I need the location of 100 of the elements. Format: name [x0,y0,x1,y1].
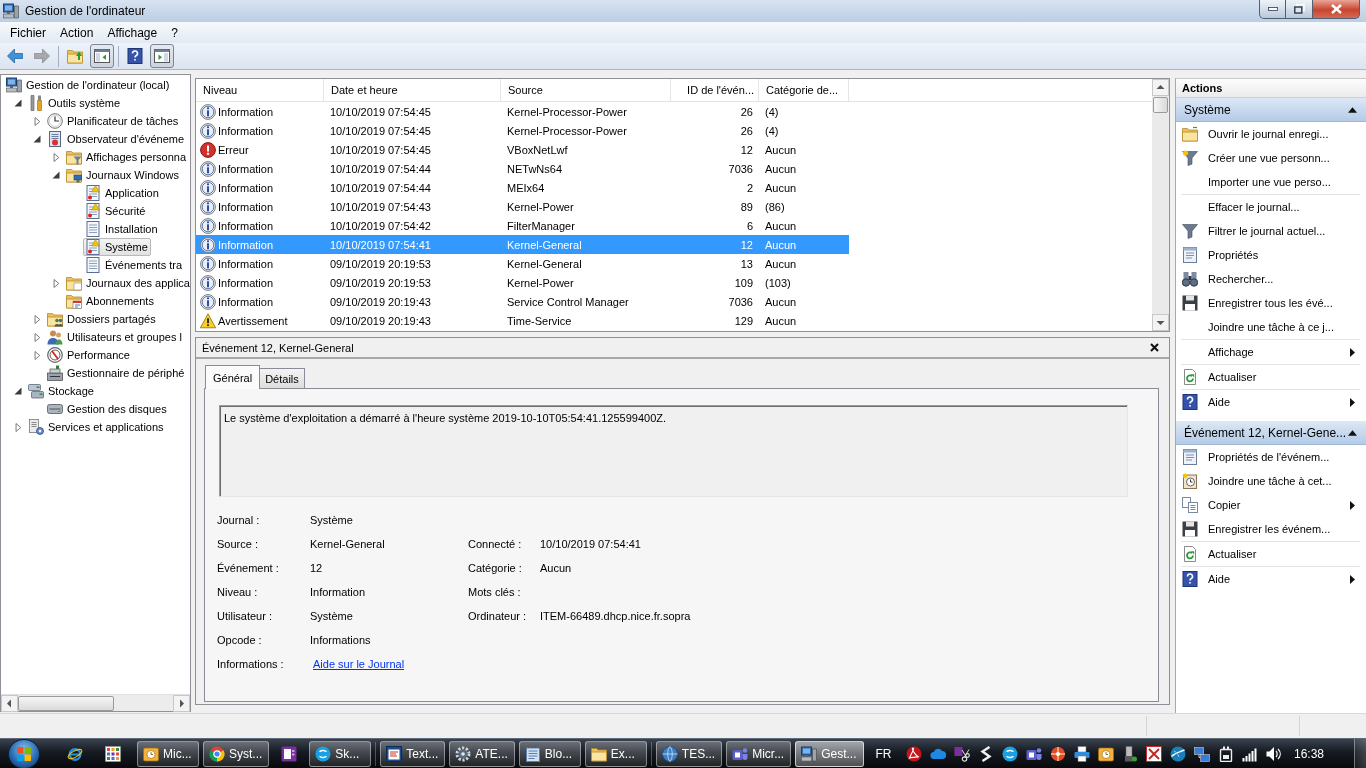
grid-icon[interactable] [105,745,121,762]
task-link[interactable]: Propriétés de l'événem... [1176,445,1366,469]
caret-right-icon[interactable] [14,422,22,432]
show-desktop-button[interactable] [1354,738,1366,768]
tree-item[interactable]: Affichages personna [64,148,190,166]
taskbar-button[interactable]: Sk... [309,740,372,767]
column-header[interactable]: ID de l'évén... [671,79,759,101]
taskbar-button[interactable]: Micr... [726,740,792,767]
task-link[interactable]: Affichage [1176,340,1366,364]
clock[interactable]: 16:38 [1293,746,1324,761]
language-indicator[interactable]: FR [875,746,892,761]
tree-item[interactable]: Stockage [26,382,97,400]
scroll-thumb[interactable] [18,696,114,711]
tree-item[interactable]: Utilisateurs et groupes l [45,328,185,346]
tree-item[interactable]: Gestion des disques [45,400,170,418]
network-computers-icon[interactable] [1193,745,1210,762]
section-header[interactable]: Événement 12, Kernel-Gene... [1176,421,1366,445]
menu-item[interactable]: Fichier [3,23,53,42]
event-row[interactable]: Information 10/10/2019 07:54:45 Kernel-Processor-Power 26 (4) [196,121,849,140]
tab[interactable]: Général [205,365,261,389]
column-header[interactable]: Source [501,79,671,101]
people-tile-icon[interactable] [1025,745,1042,762]
start-button[interactable] [8,738,40,768]
vertical-scrollbar[interactable] [1152,79,1169,331]
battery-plug-icon[interactable] [1217,745,1234,762]
tree-item[interactable]: Planificateur de tâches [45,112,182,130]
show-hide-tree-button[interactable] [90,44,114,68]
event-row[interactable]: Avertissement 09/10/2019 20:19:43 Time-Service 129 Aucun [196,311,849,330]
menu-item[interactable]: Action [53,23,101,42]
collapse-arrow-icon[interactable] [1348,106,1357,113]
taskbar-button[interactable]: ATE... [449,740,515,767]
close-button[interactable] [1313,0,1360,19]
zigzag-icon[interactable] [977,745,994,762]
menu-item[interactable]: ? [164,23,185,42]
caret-right-icon[interactable] [33,314,41,324]
column-header[interactable]: Niveau [196,79,324,101]
caret-right-icon[interactable] [52,152,60,162]
globe-icon[interactable] [1169,745,1186,762]
event-row[interactable]: Information 09/10/2019 20:19:43 Service Control Manager 7036 Aucun [196,292,849,311]
taskbar-button[interactable]: Text... [380,740,446,767]
scissors-icon[interactable] [953,745,970,762]
minimize-button[interactable] [1259,0,1286,19]
task-link[interactable]: Importer une vue perso... [1176,170,1366,194]
event-row[interactable]: Information 10/10/2019 07:54:44 NETwNs64 7036 Aucun [196,159,849,178]
taskbar-button[interactable]: Gest... [795,740,864,767]
tree-item[interactable]: Outils système [26,94,124,112]
task-link[interactable]: Ouvrir le journal enregi... [1176,122,1366,146]
section-header[interactable]: Système [1176,98,1366,122]
cross-box-icon[interactable] [1145,745,1162,762]
task-link[interactable]: Joindre une tâche à ce j... [1176,315,1366,339]
tree-item[interactable]: Système [83,238,151,256]
tree-item[interactable]: Performance [45,346,133,364]
task-link[interactable]: Aide [1176,390,1366,414]
collapse-arrow-icon[interactable] [1348,429,1357,436]
caret-right-icon[interactable] [52,278,60,288]
tree-item[interactable]: Gestionnaire de périphé [45,364,188,382]
column-header[interactable]: Catégorie de... [759,79,849,101]
tree-item[interactable]: Gestion de l'ordinateur (local) [4,76,173,94]
swirl-badge-icon[interactable] [905,745,922,762]
event-row[interactable]: Information 09/10/2019 20:19:53 Kernel-General 13 Aucun [196,254,849,273]
task-link[interactable]: Rechercher... [1176,267,1366,291]
caret-down-icon[interactable] [52,171,60,179]
task-link[interactable]: Joindre une tâche à cet... [1176,469,1366,493]
event-row[interactable]: Information 10/10/2019 07:54:44 MEIx64 2 Aucun [196,178,849,197]
tree-item[interactable]: Services et applications [26,418,167,436]
task-link[interactable]: Aide [1176,567,1366,591]
clock-tile-icon[interactable] [1097,745,1114,762]
caret-down-icon[interactable] [14,387,22,395]
event-row[interactable]: Erreur 10/10/2019 07:54:45 VBoxNetLwf 12 Aucun [196,140,849,159]
tab[interactable]: Détails [259,368,305,388]
scroll-left-button[interactable] [1,695,18,712]
horizontal-scrollbar[interactable] [1,694,190,711]
tree-item[interactable]: Installation [83,220,161,238]
task-link[interactable]: Effacer le journal... [1176,195,1366,219]
caret-right-icon[interactable] [33,116,41,126]
speaker-icon[interactable] [1265,745,1282,762]
swirl-circle-icon[interactable] [1001,745,1018,762]
tree-item[interactable]: Sécurité [83,202,149,220]
caret-down-icon[interactable] [14,99,22,107]
event-row[interactable]: Information 10/10/2019 07:54:45 Kernel-Processor-Power 26 (4) [196,102,849,121]
restore-button[interactable] [1286,0,1313,19]
column-header[interactable]: Date et heure [324,79,501,101]
help-link[interactable]: Aide sur le Journal [313,658,405,670]
caret-right-icon[interactable] [33,332,41,342]
event-row[interactable]: Information 10/10/2019 07:54:43 Kernel-Power 89 (86) [196,197,849,216]
tree-item[interactable]: Événements tra [83,256,186,274]
scroll-right-button[interactable] [173,695,190,712]
tree-item[interactable]: Application [83,184,162,202]
task-link[interactable]: Créer une vue personn... [1176,146,1366,170]
task-link[interactable]: Actualiser [1176,542,1366,566]
caret-right-icon[interactable] [33,350,41,360]
tree-item[interactable]: Dossiers partagés [45,310,159,328]
task-link[interactable]: Enregistrer les événem... [1176,517,1366,541]
tree-item[interactable]: Journaux Windows [64,166,182,184]
task-link[interactable]: Enregistrer tous les évé... [1176,291,1366,315]
lifebuoy-icon[interactable] [1049,745,1066,762]
taskbar-button[interactable]: Blo... [518,740,581,767]
taskbar-button[interactable]: Syst... [203,740,270,767]
scroll-thumb[interactable] [1153,97,1168,113]
show-hide-side-pane-button[interactable] [150,44,174,68]
